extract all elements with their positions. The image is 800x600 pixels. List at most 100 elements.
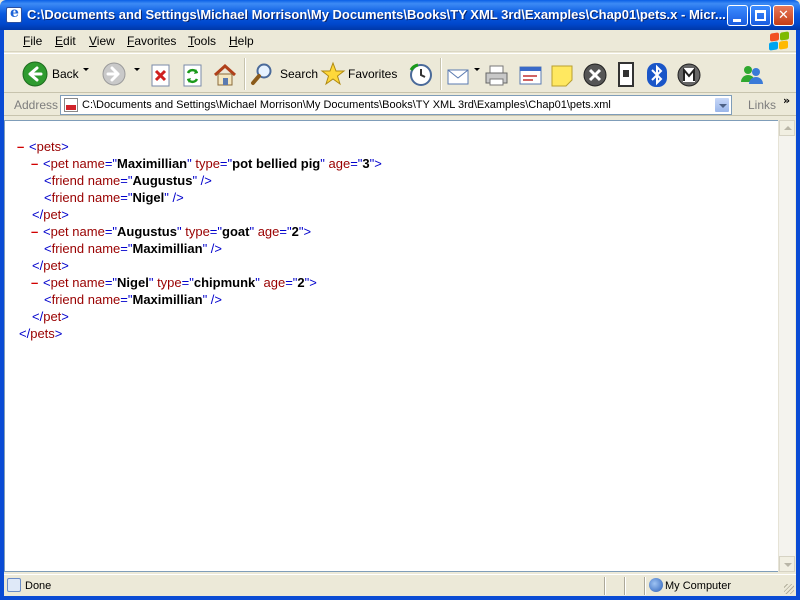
note-icon[interactable] bbox=[550, 61, 574, 91]
ie-window-icon[interactable] bbox=[6, 5, 22, 23]
xml-markup: </ bbox=[32, 258, 44, 273]
refresh-icon[interactable] bbox=[182, 61, 204, 91]
menu-file[interactable]: File bbox=[23, 34, 42, 48]
xml-attr-name: type bbox=[153, 275, 182, 290]
home-icon[interactable] bbox=[212, 60, 238, 90]
xml-attr-value: chipmunk bbox=[193, 275, 256, 290]
edit-icon[interactable] bbox=[518, 61, 544, 91]
page-status-icon bbox=[7, 578, 21, 592]
xml-line: <friend name="Maximillian" /> bbox=[17, 291, 382, 308]
close-button[interactable]: ✕ bbox=[773, 5, 794, 26]
xml-markup: </ bbox=[32, 309, 44, 324]
xml-tree: – <pets> – <pet name="Maximillian" type="po… bbox=[17, 138, 382, 342]
xml-attr-value: pot bellied pig bbox=[232, 156, 321, 171]
xml-line: <friend name="Augustus" /> bbox=[17, 172, 382, 189]
address-dropdown-button[interactable] bbox=[714, 97, 730, 113]
back-dropdown-icon[interactable] bbox=[83, 68, 89, 71]
bluetooth-icon[interactable] bbox=[646, 60, 668, 90]
collapse-toggle[interactable]: – bbox=[31, 274, 43, 291]
maximize-button[interactable] bbox=[750, 5, 771, 26]
xml-markup: > bbox=[303, 224, 312, 239]
back-button[interactable]: Back bbox=[22, 59, 96, 89]
scroll-up-button[interactable] bbox=[779, 120, 795, 136]
xml-attr-value: Augustus bbox=[132, 173, 193, 188]
xml-markup: < bbox=[44, 190, 52, 205]
xml-attr-value: Maximillian bbox=[117, 156, 188, 171]
favorites-label: Favorites bbox=[348, 67, 398, 81]
xml-markup: < bbox=[43, 275, 51, 290]
toolbar-separator bbox=[244, 58, 246, 90]
xml-attr-value: Maximillian bbox=[132, 292, 203, 307]
collapse-toggle[interactable]: – bbox=[17, 138, 29, 155]
security-zone: My Computer bbox=[665, 580, 732, 592]
status-divider bbox=[624, 577, 626, 595]
xml-attr-value: 3 bbox=[362, 156, 370, 171]
window-title: C:\Documents and Settings\Michael Morris… bbox=[27, 7, 726, 22]
mail-icon[interactable] bbox=[446, 61, 472, 91]
collapse-toggle[interactable]: – bbox=[31, 223, 43, 240]
xml-attr-name: type bbox=[191, 156, 220, 171]
address-input[interactable]: C:\Documents and Settings\Michael Morris… bbox=[60, 95, 732, 115]
back-label: Back bbox=[52, 67, 79, 81]
media-icon[interactable] bbox=[676, 60, 702, 90]
forward-button[interactable] bbox=[102, 59, 136, 89]
minimize-button[interactable] bbox=[727, 5, 748, 26]
back-arrow-icon bbox=[22, 61, 48, 87]
menu-tools[interactable]: Tools bbox=[188, 34, 216, 48]
xml-markup: =" bbox=[104, 275, 118, 290]
xml-tag-name: pet bbox=[50, 224, 69, 239]
menu-view[interactable]: View bbox=[89, 34, 115, 48]
xml-line: </pet> bbox=[17, 206, 382, 223]
menu-edit[interactable]: Edit bbox=[55, 34, 76, 48]
stop-icon[interactable] bbox=[150, 61, 172, 91]
my-computer-icon bbox=[649, 578, 663, 592]
xml-attr-name: name bbox=[68, 224, 105, 239]
xml-line: – <pet name="Maximillian" type="pot belli… bbox=[17, 155, 382, 172]
xml-markup: /> bbox=[197, 173, 212, 188]
xml-tag-name: pet bbox=[50, 156, 69, 171]
xml-markup: =" bbox=[120, 292, 133, 307]
menu-help[interactable]: Help bbox=[229, 34, 254, 48]
address-label: Address bbox=[14, 98, 59, 112]
xml-markup: < bbox=[44, 173, 52, 188]
windows-logo-icon bbox=[766, 30, 792, 51]
xml-attr-name: name bbox=[68, 156, 105, 171]
device-icon[interactable] bbox=[616, 60, 636, 90]
messenger-icon[interactable] bbox=[738, 60, 766, 90]
xml-attr-name: age bbox=[324, 156, 351, 171]
maximize-icon bbox=[755, 10, 766, 21]
print-icon[interactable] bbox=[484, 61, 510, 91]
xml-attr-value: 2 bbox=[297, 275, 305, 290]
xml-attr-name: age bbox=[254, 224, 280, 239]
xml-line: </pet> bbox=[17, 257, 382, 274]
xml-markup: > bbox=[309, 275, 317, 290]
favorites-star-icon bbox=[320, 61, 346, 86]
xml-attr-value: Nigel bbox=[132, 190, 165, 205]
resize-grip[interactable] bbox=[784, 584, 794, 594]
standard-toolbar: Back Search Favorites bbox=[4, 53, 796, 93]
vertical-scrollbar[interactable] bbox=[778, 120, 795, 572]
xml-markup: =" bbox=[350, 156, 363, 171]
document-view[interactable]: – <pets> – <pet name="Maximillian" type="po… bbox=[4, 120, 778, 572]
status-divider bbox=[644, 577, 646, 595]
address-value: C:\Documents and Settings\Michael Morris… bbox=[82, 99, 611, 111]
title-bar[interactable]: C:\Documents and Settings\Michael Morris… bbox=[0, 0, 800, 30]
xml-tag-name: friend bbox=[51, 292, 85, 307]
mail-dropdown-icon[interactable] bbox=[474, 68, 480, 71]
close-x-icon[interactable] bbox=[582, 60, 608, 90]
xml-attr-name: age bbox=[259, 275, 286, 290]
favorites-button[interactable]: Favorites bbox=[320, 59, 402, 89]
xml-attr-name: name bbox=[84, 173, 121, 188]
links-label[interactable]: Links bbox=[748, 98, 776, 112]
menu-favorites[interactable]: Favorites bbox=[127, 34, 176, 48]
xml-line: <friend name="Maximillian" /> bbox=[17, 240, 382, 257]
scroll-down-button[interactable] bbox=[779, 556, 795, 572]
collapse-toggle[interactable]: – bbox=[31, 155, 43, 172]
links-chevron-icon[interactable]: » bbox=[783, 94, 790, 107]
forward-dropdown-icon[interactable] bbox=[134, 68, 140, 71]
search-button[interactable]: Search bbox=[250, 59, 318, 89]
xml-line: </pets> bbox=[17, 325, 382, 342]
window-frame-right bbox=[796, 30, 800, 600]
xml-markup: </ bbox=[32, 207, 44, 222]
history-icon[interactable] bbox=[408, 60, 434, 90]
